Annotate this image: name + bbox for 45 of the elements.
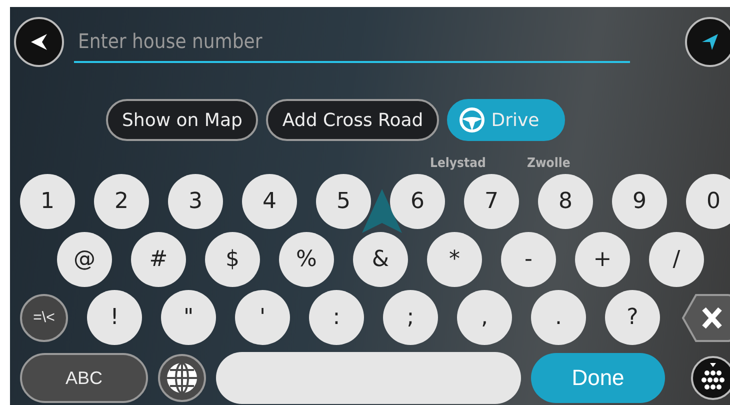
keyboard-key[interactable]: & [353,232,408,287]
map-label: Lelystad [430,156,486,171]
keyboard-key[interactable]: @ [57,232,112,287]
keyboard-key[interactable]: " [161,290,216,345]
language-key[interactable] [158,354,206,402]
back-button[interactable] [14,17,64,67]
keyboard-key[interactable]: 5 [316,174,371,229]
action-button[interactable]: Show on Map [106,99,258,141]
position-arrow-icon [362,189,402,233]
keyboard-key[interactable]: 1 [20,174,75,229]
keyboard-key[interactable]: 4 [242,174,297,229]
keyboard-key[interactable]: 3 [168,174,223,229]
keyboard-key[interactable]: % [279,232,334,287]
action-button[interactable]: Add Cross Road [266,99,440,141]
keyboard-key[interactable]: ' [235,290,290,345]
search-field[interactable]: Enter house number [74,21,630,63]
keyboard-key[interactable]: . [531,290,586,345]
keyboard-key[interactable]: - [501,232,556,287]
abc-key[interactable]: ABC [20,353,148,403]
keyboard-key[interactable]: 9 [612,174,667,229]
symbols-toggle-key[interactable]: =\< [20,294,68,342]
keyboard-key[interactable]: * [427,232,482,287]
keyboard-key[interactable]: : [309,290,364,345]
map-label: Zwolle [527,156,570,171]
keyboard-key[interactable]: 7 [464,174,519,229]
keyboard-key[interactable]: , [457,290,512,345]
keyboard-key[interactable]: 8 [538,174,593,229]
navigation-button[interactable] [685,17,730,67]
navigation-arrow-icon [700,32,720,52]
keyboard-key[interactable]: / [649,232,704,287]
hide-keyboard-button[interactable] [690,355,730,401]
keyboard-key[interactable]: 6 [390,174,445,229]
back-arrow-icon [29,32,49,52]
keyboard-key[interactable]: 2 [94,174,149,229]
space-key[interactable] [216,352,521,404]
globe-icon [165,361,199,395]
keyboard-key[interactable]: # [131,232,186,287]
keyboard-key[interactable]: ; [383,290,438,345]
keyboard-key[interactable]: 0 [686,174,730,229]
keyboard-key[interactable]: ! [87,290,142,345]
keyboard-key[interactable]: $ [205,232,260,287]
steering-wheel-icon [459,107,486,133]
backspace-key[interactable] [682,292,730,342]
keyboard-key[interactable]: ? [605,290,660,345]
keyboard-key[interactable]: + [575,232,630,287]
